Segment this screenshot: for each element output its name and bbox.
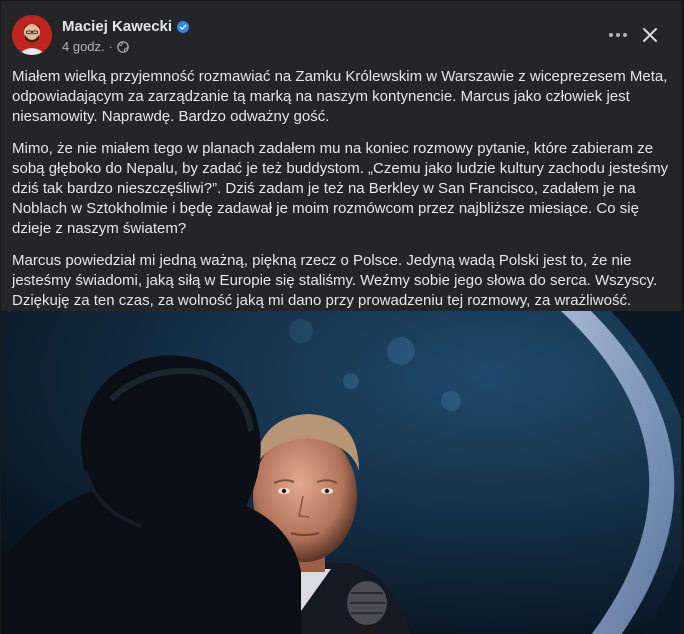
author-line: Maciej Kawecki [62,18,190,35]
author-avatar[interactable] [12,15,52,55]
post-photo[interactable] [1,311,681,634]
post-meta: 4 godz. · [62,39,129,54]
photo-image [1,311,681,634]
post-timestamp[interactable]: 4 godz. [62,39,105,54]
post-card: Maciej Kawecki 4 godz. · Miałem wielką p… [1,1,681,634]
post-paragraph: Miałem wielką przyjemność rozmawiać na Z… [12,68,668,125]
verified-badge-icon [177,20,190,33]
meta-separator: · [108,39,113,54]
more-options-button[interactable] [602,23,634,47]
close-icon [643,28,657,42]
globe-icon[interactable] [117,40,129,53]
more-horizontal-icon [609,33,627,37]
close-button[interactable] [636,21,664,49]
post-header: Maciej Kawecki 4 godz. · [12,15,672,59]
post-paragraph: Marcus powiedział mi jedną ważną, piękną… [12,252,658,309]
author-name[interactable]: Maciej Kawecki [62,18,172,35]
post-paragraph: Mimo, że nie miałem tego w planach zadał… [12,140,669,237]
post-body: Miałem wielką przyjemność rozmawiać na Z… [12,67,674,323]
